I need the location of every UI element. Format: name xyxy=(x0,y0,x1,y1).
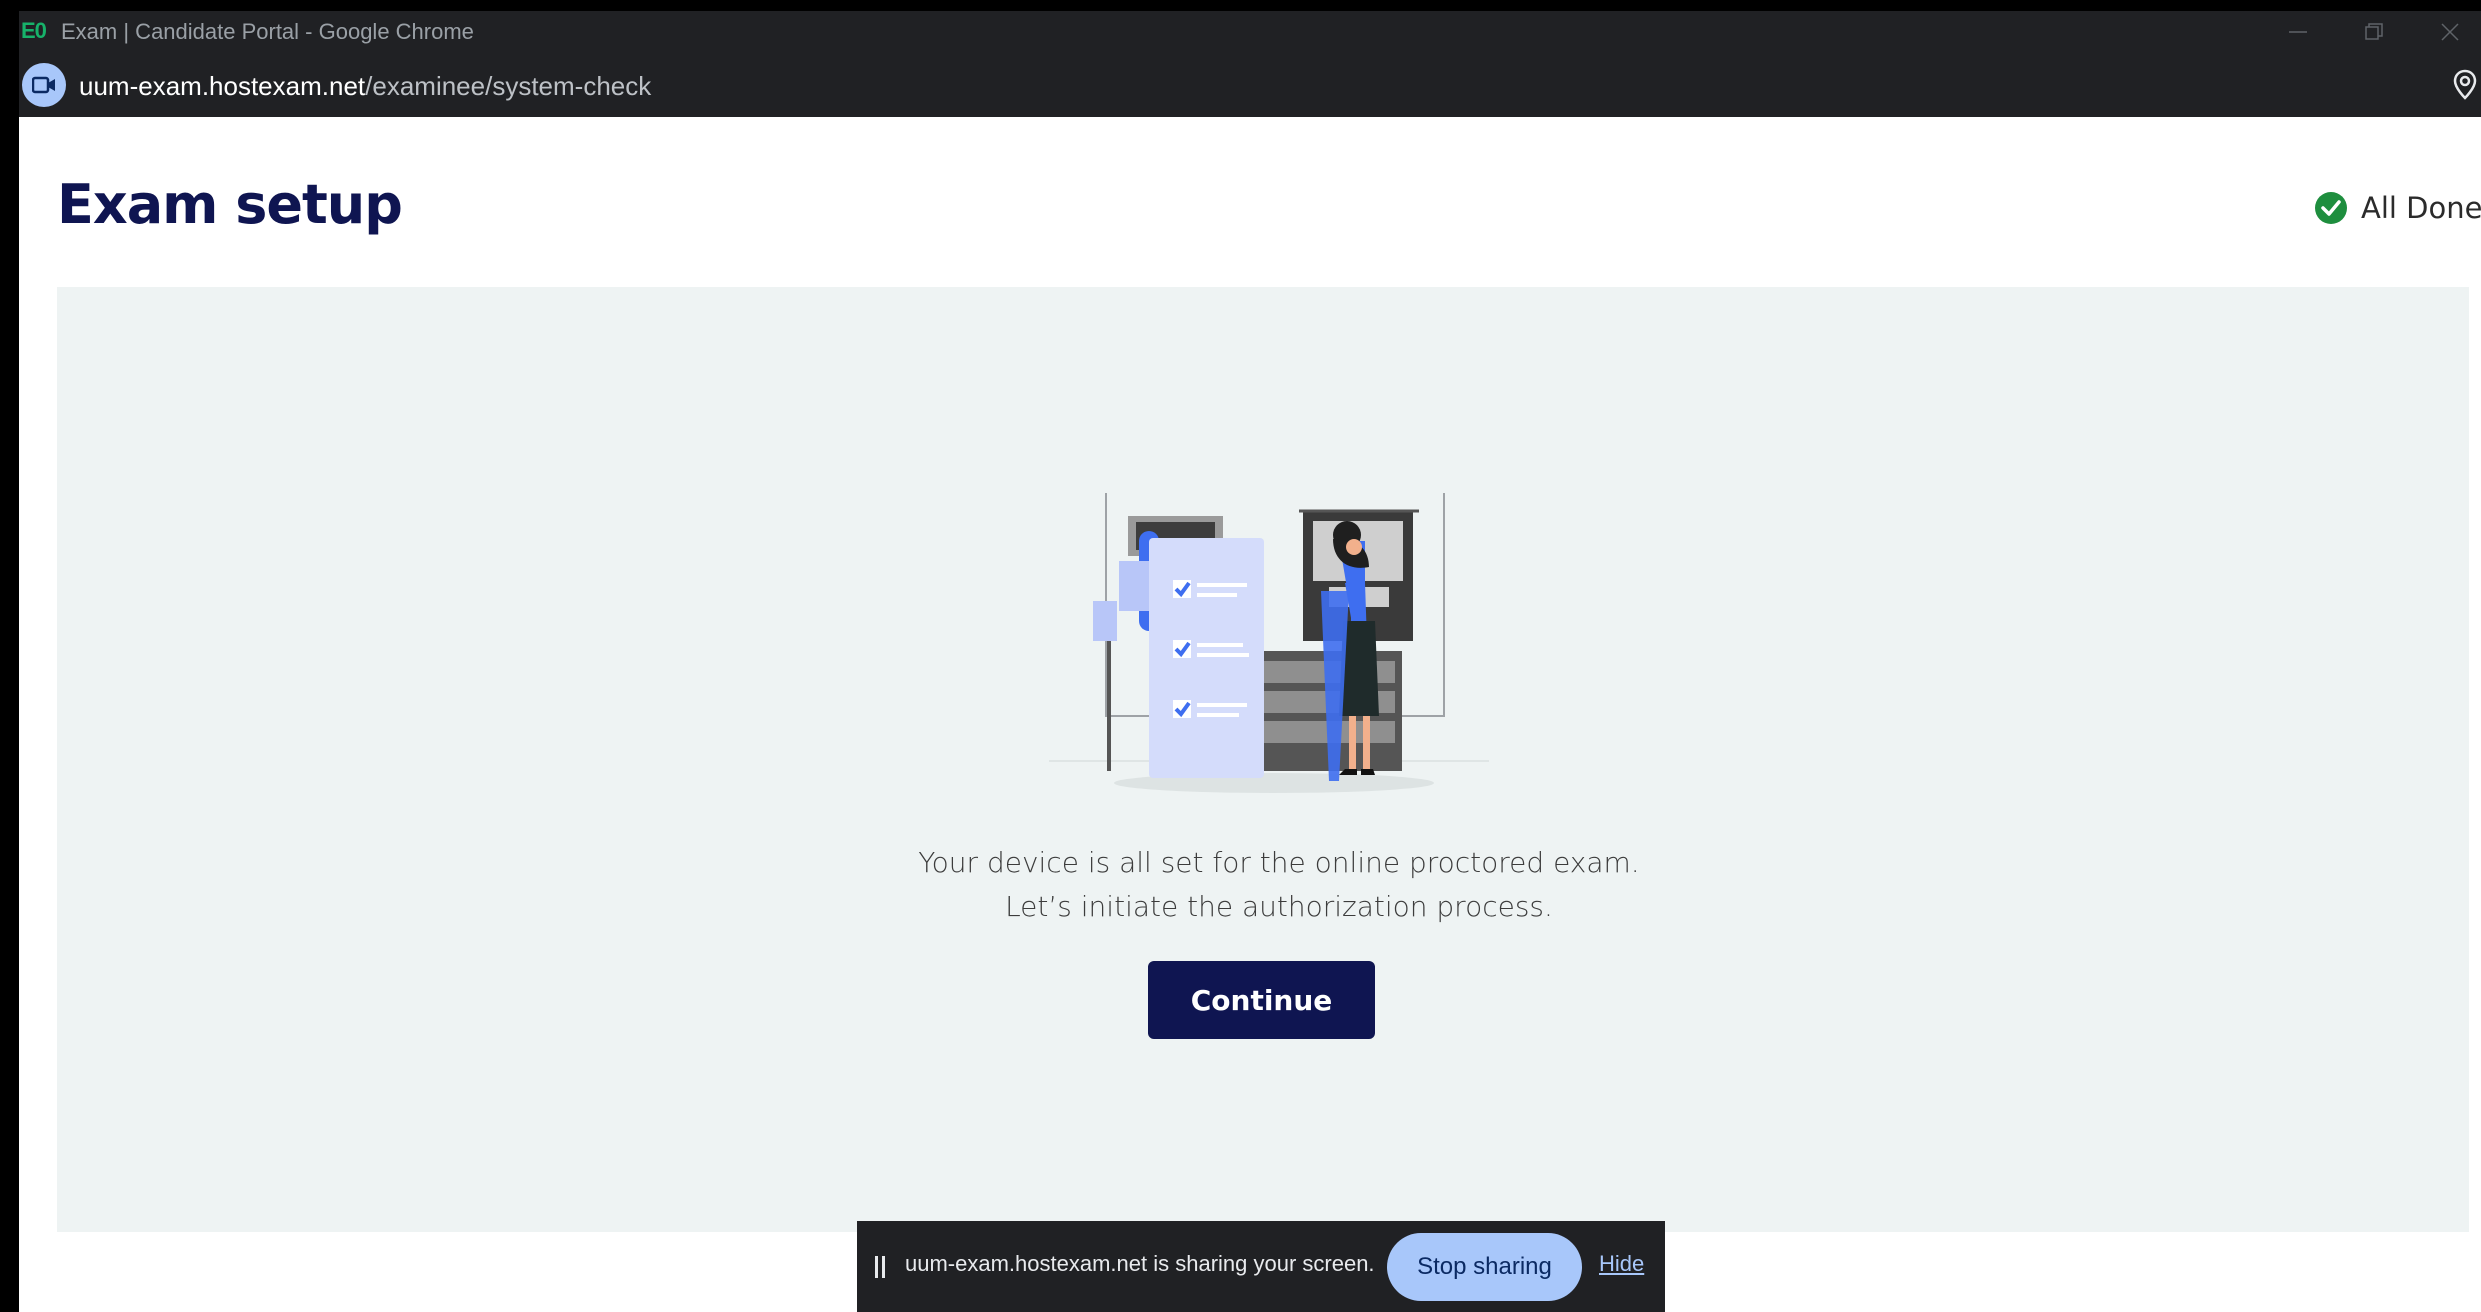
app-logo: E0 xyxy=(21,18,47,43)
title-bar: E0 Exam | Candidate Portal - Google Chro… xyxy=(19,11,2481,53)
url-field[interactable]: uum-exam.hostexam.net/examinee/system-ch… xyxy=(79,71,651,102)
close-button[interactable] xyxy=(2421,13,2481,49)
status-label: All Done xyxy=(2361,191,2481,225)
continue-button[interactable]: Continue xyxy=(1148,961,1375,1039)
close-icon xyxy=(2441,23,2459,41)
window-title: Exam | Candidate Portal - Google Chrome xyxy=(61,19,474,44)
checklist-illustration xyxy=(1049,493,1489,793)
video-camera-icon xyxy=(32,76,55,94)
minimize-button[interactable] xyxy=(2269,13,2329,49)
status-message: Your device is all set for the online pr… xyxy=(719,841,1839,929)
message-line-1: Your device is all set for the online pr… xyxy=(918,846,1640,879)
drag-handle-icon[interactable] xyxy=(875,1256,887,1278)
restore-icon xyxy=(2365,23,2383,40)
url-path: /examinee/system-check xyxy=(365,71,652,101)
site-info-button[interactable] xyxy=(22,63,66,107)
share-message: uum-exam.hostexam.net is sharing your sc… xyxy=(905,1251,1375,1276)
message-line-2: Let’s initiate the authorization process… xyxy=(1005,890,1553,923)
address-bar: uum-exam.hostexam.net/examinee/system-ch… xyxy=(19,53,2481,117)
stop-sharing-button[interactable]: Stop sharing xyxy=(1387,1233,1582,1301)
check-circle-icon xyxy=(2315,192,2347,224)
browser-window: E0 Exam | Candidate Portal - Google Chro… xyxy=(19,11,2481,1312)
location-pin-icon[interactable] xyxy=(2451,69,2479,101)
minimize-icon xyxy=(2289,31,2307,33)
page-title: Exam setup xyxy=(57,173,403,236)
screen-share-bar: uum-exam.hostexam.net is sharing your sc… xyxy=(857,1221,1665,1312)
hide-link[interactable]: Hide xyxy=(1599,1251,1644,1277)
restore-button[interactable] xyxy=(2345,13,2405,49)
url-host: uum-exam.hostexam.net xyxy=(79,71,366,101)
